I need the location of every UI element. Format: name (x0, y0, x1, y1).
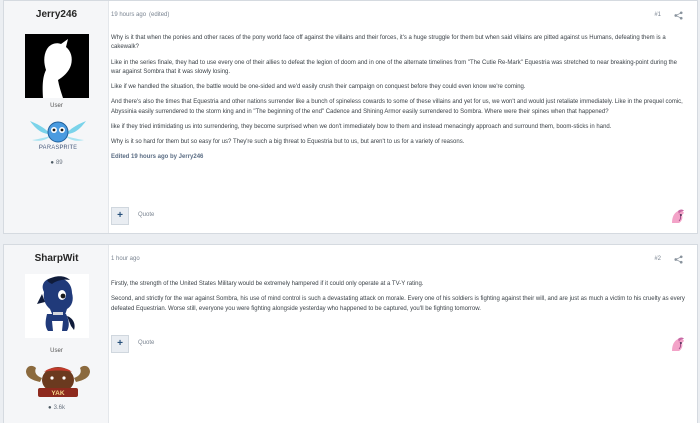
quote-button[interactable]: Quote (138, 340, 154, 346)
post-paragraph: Why is it that when the ponies and other… (111, 35, 666, 51)
edited-tag[interactable]: (edited) (149, 12, 169, 18)
post-paragraph: like if they tried intimidating us into … (111, 124, 612, 131)
post-timestamp[interactable]: 19 hours ago (111, 12, 146, 18)
rank-label: PARASPRITE (39, 145, 77, 151)
reputation: ● 89 (4, 160, 109, 166)
post-meta: 19 hours ago (edited) (111, 12, 169, 18)
post-paragraph: Firstly, the strength of the United Stat… (111, 281, 424, 287)
reputation-count: 3.6k (53, 405, 65, 411)
quote-button[interactable]: Quote (138, 212, 154, 218)
post-paragraph: Second, and strictly for the war against… (111, 296, 685, 312)
edit-note: Edited 19 hours ago by Jerry246 (111, 154, 204, 161)
post-paragraph: Like in the series finale, they had to u… (111, 59, 677, 76)
reputation-icon: ● (50, 160, 54, 166)
post-controls: + Quote (111, 207, 687, 227)
share-icon[interactable] (674, 11, 683, 20)
reaction-icon[interactable] (669, 207, 687, 225)
post-number[interactable]: #2 (654, 256, 661, 262)
author-panel: SharpWit User YAK ● 3.6k (4, 245, 109, 423)
post-content: Firstly, the strength of the United Stat… (111, 280, 685, 320)
post-meta: 1 hour ago (111, 256, 140, 262)
post-number[interactable]: #1 (654, 12, 661, 18)
post-1: Jerry246 User PARASPRITE ● 89 19 hours ag… (3, 0, 698, 234)
author-avatar[interactable] (25, 274, 89, 338)
reputation-icon: ● (48, 405, 52, 411)
reputation: ● 3.6k (4, 405, 109, 411)
post-paragraph: Why is it so hard for them but so easy f… (111, 139, 465, 146)
reaction-icon[interactable] (669, 335, 687, 353)
rank-label: YAK (51, 390, 64, 397)
multiquote-button[interactable]: + (111, 335, 129, 353)
rank-badge: YAK (26, 365, 90, 397)
author-avatar[interactable] (25, 34, 89, 98)
multiquote-button[interactable]: + (111, 207, 129, 225)
reputation-count: 89 (55, 160, 63, 166)
post-paragraph: Like if we handled the situation, the ba… (111, 84, 526, 91)
author-role: User (50, 103, 63, 109)
post-paragraph: And there's also the times that Equestri… (111, 99, 683, 115)
share-icon[interactable] (674, 255, 683, 264)
author-role: User (50, 348, 63, 354)
post-controls: + Quote (111, 335, 687, 355)
rank-badge: PARASPRITE (30, 121, 86, 151)
post-content: Why is it that when the ponies and other… (111, 34, 685, 163)
post-2: SharpWit User YAK ● 3.6k 1 hour ago #2 F… (3, 244, 698, 423)
author-name[interactable]: SharpWit (4, 253, 109, 264)
author-panel: Jerry246 User PARASPRITE ● 89 (4, 1, 109, 233)
post-timestamp[interactable]: 1 hour ago (111, 256, 140, 262)
author-name[interactable]: Jerry246 (4, 9, 109, 20)
